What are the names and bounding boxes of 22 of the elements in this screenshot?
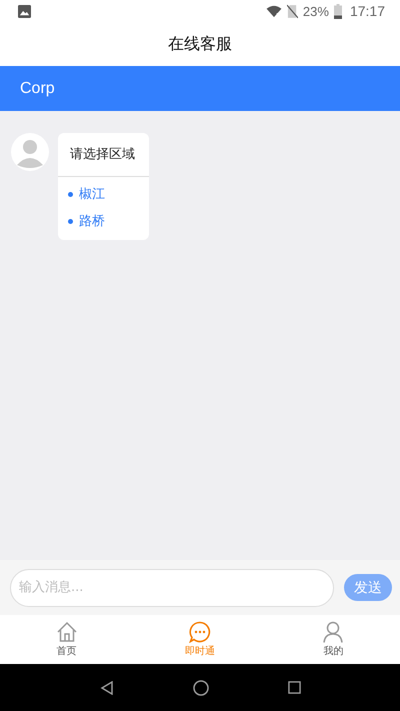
clock: 17:17: [350, 3, 385, 19]
bullet-icon: [68, 218, 73, 224]
person-icon: [322, 621, 344, 643]
message-text: 请选择区域: [70, 147, 135, 162]
option-link[interactable]: 路桥: [79, 212, 105, 230]
wifi-off-icon: [266, 4, 282, 18]
no-sim-icon: [286, 4, 298, 18]
battery-percent: 23%: [302, 4, 329, 18]
chat-icon: [188, 621, 211, 643]
battery-icon: [334, 4, 342, 18]
image-icon: [18, 4, 31, 18]
page-title: 在线客服: [168, 34, 232, 54]
recents-icon[interactable]: [288, 681, 300, 694]
bullet-icon: [68, 192, 73, 196]
send-button[interactable]: 发送: [344, 574, 392, 601]
home-circle-icon[interactable]: [192, 680, 208, 696]
option-link[interactable]: 椒江: [79, 185, 105, 203]
header-title: Corp: [20, 80, 55, 98]
message-field[interactable]: 输入消息...: [10, 568, 334, 606]
avatar-icon: [11, 133, 49, 171]
back-icon[interactable]: [100, 680, 114, 694]
home-icon: [56, 621, 78, 643]
